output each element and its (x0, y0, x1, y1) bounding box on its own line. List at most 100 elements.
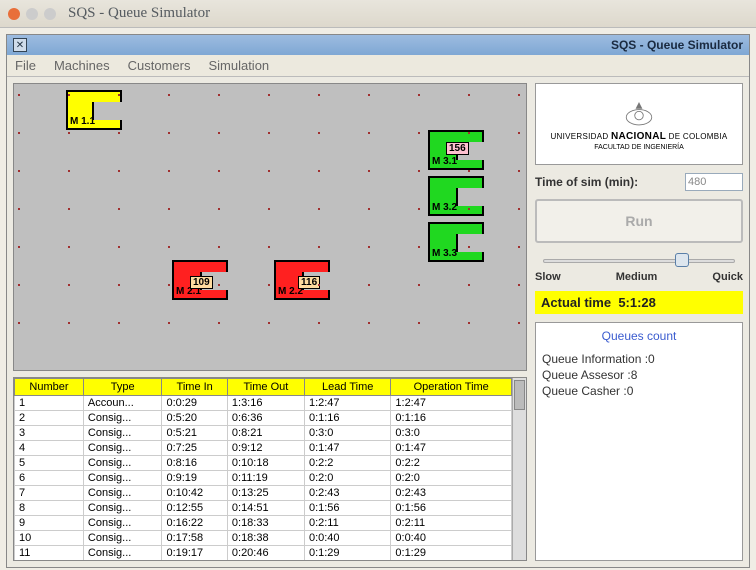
table-row[interactable]: 9Consig...0:16:220:18:330:2:110:2:11 (15, 516, 512, 531)
grid-dot (368, 284, 370, 286)
os-titlebar: SQS - Queue Simulator (0, 0, 756, 28)
inner-close-icon[interactable]: ✕ (13, 38, 27, 52)
speed-slider[interactable] (535, 251, 743, 269)
grid-dot (218, 322, 220, 324)
table-row[interactable]: 3Consig...0:5:210:8:210:3:00:3:0 (15, 426, 512, 441)
sim-time-input[interactable] (685, 173, 743, 191)
grid-dot (268, 208, 270, 210)
grid-dot (268, 132, 270, 134)
grid-dot (418, 284, 420, 286)
ticket-156[interactable]: 156 (446, 142, 469, 155)
grid-dot (468, 284, 470, 286)
menu-customers[interactable]: Customers (128, 58, 191, 73)
queues-title: Queues count (542, 329, 736, 343)
station-m33[interactable]: M 3.3 (428, 222, 484, 262)
window-title: SQS - Queue Simulator (611, 38, 743, 52)
speed-medium: Medium (616, 271, 658, 283)
speed-labels: Slow Medium Quick (535, 271, 743, 283)
col-header[interactable]: Lead Time (304, 379, 390, 396)
grid-dot (318, 322, 320, 324)
scrollbar-thumb[interactable] (514, 380, 525, 410)
speed-slow: Slow (535, 271, 561, 283)
menu-simulation[interactable]: Simulation (208, 58, 269, 73)
queue-casher: Queue Casher :0 (542, 383, 736, 399)
grid-dot (368, 94, 370, 96)
minimize-window-icon[interactable] (26, 8, 38, 20)
grid-dot (218, 170, 220, 172)
menu-machines[interactable]: Machines (54, 58, 110, 73)
grid-dot (118, 322, 120, 324)
station-m32-label: M 3.2 (432, 202, 457, 213)
menu-file[interactable]: File (15, 58, 36, 73)
station-m11[interactable]: M 1.1 (66, 90, 122, 130)
table-row[interactable]: 8Consig...0:12:550:14:510:1:560:1:56 (15, 501, 512, 516)
grid-dot (468, 132, 470, 134)
grid-dot (368, 246, 370, 248)
table-row[interactable]: 10Consig...0:17:580:18:380:0:400:0:40 (15, 531, 512, 546)
slider-knob[interactable] (675, 253, 689, 267)
table-row[interactable]: 2Consig...0:5:200:6:360:1:160:1:16 (15, 411, 512, 426)
col-header[interactable]: Time In (162, 379, 227, 396)
close-window-icon[interactable] (8, 8, 20, 20)
station-m33-label: M 3.3 (432, 248, 457, 259)
table-row[interactable]: 11Consig...0:19:170:20:460:1:290:1:29 (15, 546, 512, 561)
grid-dot (18, 94, 20, 96)
grid-dot (168, 94, 170, 96)
grid-dot (268, 170, 270, 172)
window-titlebar: ✕ SQS - Queue Simulator (7, 35, 749, 55)
table-scrollbar[interactable] (512, 378, 526, 560)
grid-dot (418, 170, 420, 172)
table-row[interactable]: 5Consig...0:8:160:10:180:2:20:2:2 (15, 456, 512, 471)
grid-dot (168, 246, 170, 248)
grid-dot (168, 132, 170, 134)
app-title: SQS - Queue Simulator (68, 5, 210, 22)
grid-dot (268, 94, 270, 96)
grid-dot (68, 322, 70, 324)
grid-dot (168, 170, 170, 172)
table-row[interactable]: 6Consig...0:9:190:11:190:2:00:2:0 (15, 471, 512, 486)
grid-dot (68, 246, 70, 248)
grid-dot (368, 132, 370, 134)
grid-dot (218, 284, 220, 286)
grid-dot (168, 284, 170, 286)
col-header[interactable]: Operation Time (391, 379, 512, 396)
table-row[interactable]: 1Accoun...0:0:291:3:161:2:471:2:47 (15, 396, 512, 411)
grid-dot (368, 322, 370, 324)
grid-dot (18, 246, 20, 248)
actual-time: Actual time 5:1:28 (535, 291, 743, 314)
col-header[interactable]: Time Out (227, 379, 304, 396)
grid-dot (368, 170, 370, 172)
sim-time-row: Time of sim (min): (535, 173, 743, 191)
grid-dot (518, 246, 520, 248)
ticket-116[interactable]: 116 (298, 276, 320, 289)
station-m31-label: M 3.1 (432, 156, 457, 167)
col-header[interactable]: Type (83, 379, 162, 396)
grid-dot (218, 132, 220, 134)
grid-dot (418, 208, 420, 210)
slider-track (543, 259, 735, 263)
maximize-window-icon[interactable] (44, 8, 56, 20)
grid-dot (318, 208, 320, 210)
grid-dot (418, 322, 420, 324)
grid-dot (18, 132, 20, 134)
grid-dot (168, 322, 170, 324)
grid-dot (468, 94, 470, 96)
sim-time-label: Time of sim (min): (535, 175, 638, 189)
table-row[interactable]: 4Consig...0:7:250:9:120:1:470:1:47 (15, 441, 512, 456)
ticket-109[interactable]: 109 (190, 276, 213, 289)
grid-dot (68, 170, 70, 172)
table-row[interactable]: 7Consig...0:10:420:13:250:2:430:2:43 (15, 486, 512, 501)
grid-dot (468, 246, 470, 248)
grid-dot (518, 132, 520, 134)
station-m32[interactable]: M 3.2 (428, 176, 484, 216)
queue-info: Queue Information :0 (542, 351, 736, 367)
grid-dot (318, 284, 320, 286)
station-m11-label: M 1.1 (70, 116, 95, 127)
col-header[interactable]: Number (15, 379, 84, 396)
run-button[interactable]: Run (535, 199, 743, 243)
grid-dot (468, 208, 470, 210)
sim-canvas[interactable]: M 1.1 M 2.1 109 M 2.2 116 M 3.1 (13, 83, 527, 371)
grid-dot (18, 170, 20, 172)
app-window: ✕ SQS - Queue Simulator File Machines Cu… (6, 34, 750, 568)
grid-dot (418, 94, 420, 96)
